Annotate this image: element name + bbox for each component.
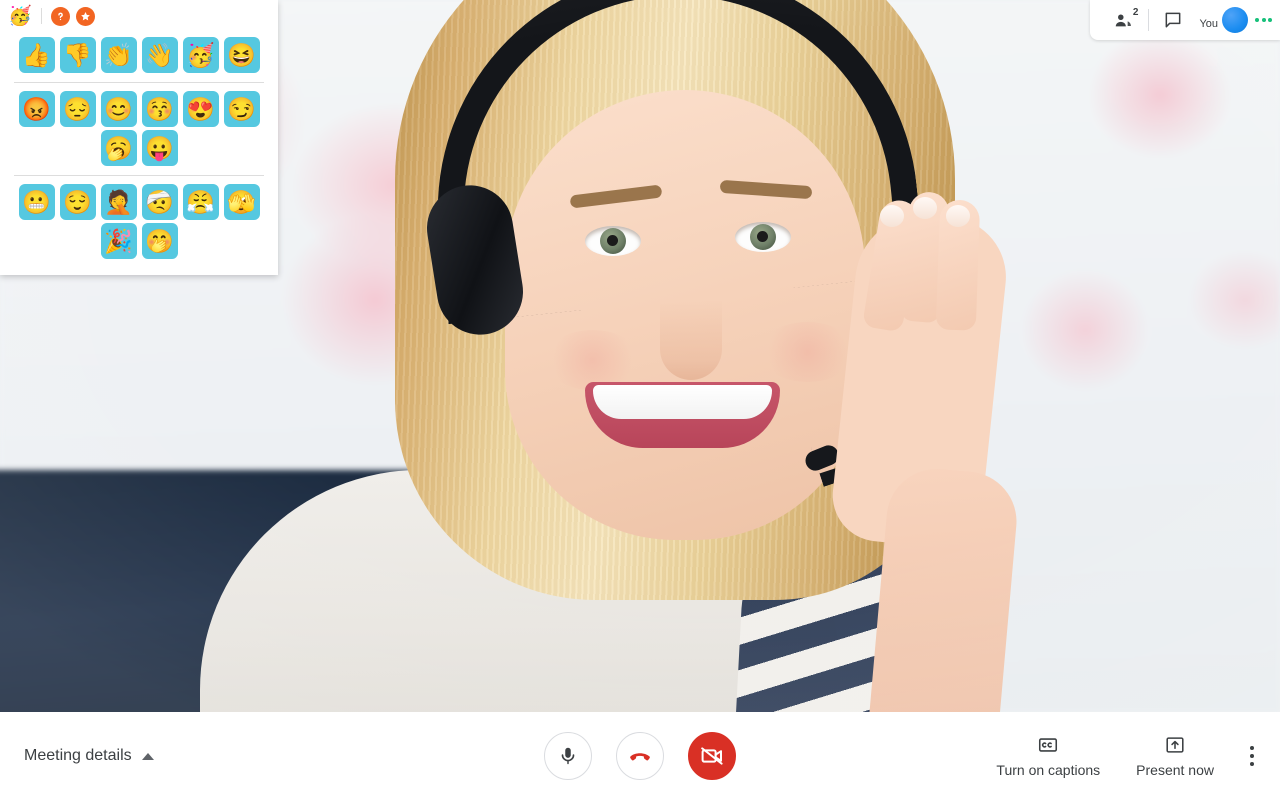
present-now-button[interactable]: Present now	[1118, 730, 1232, 782]
top-right-controls: 2 You	[1090, 0, 1280, 40]
divider	[1148, 9, 1150, 31]
emoji-face-with-steam[interactable]: 😤	[182, 184, 219, 220]
phone-hangup-icon	[630, 753, 650, 761]
call-controls	[330, 732, 950, 780]
people-button[interactable]: 2	[1104, 0, 1144, 40]
emoji-heart-eyes-face[interactable]: 😍	[182, 91, 219, 127]
meeting-details-button[interactable]: Meeting details	[0, 747, 330, 765]
emoji-celebration[interactable]: 🎉	[100, 223, 137, 259]
emoji-yawning-face[interactable]: 🥱	[100, 130, 137, 166]
help-icon[interactable]	[50, 6, 70, 26]
chat-icon	[1166, 12, 1181, 28]
camera-button[interactable]	[688, 732, 736, 780]
avatar	[1222, 7, 1248, 33]
more-dot	[1261, 18, 1266, 22]
emoji-partying-face[interactable]: 🥳	[182, 37, 219, 73]
emoji-thumbs-down[interactable]: 👎	[59, 37, 96, 73]
present-screen-icon	[1166, 737, 1184, 753]
emoji-sections: 👍 👎 👏 👋 🥳 😆 😡 😔 😊 😚 😍 😏 🥱 😛 😬 😌 🤦 🤕 😤 🫣 🎉 🤭	[0, 32, 278, 265]
kebab-dot	[1250, 746, 1254, 750]
meet-app-window: 2 You 🥳 👍 👎 👏 👋 🥳 😆 😡 😔 😊 😚 😍 😏 🥱 😛 😬 😌 …	[0, 0, 1280, 800]
closed-caption-icon	[1039, 738, 1058, 752]
top-more-options-button[interactable]	[1255, 18, 1272, 22]
emoji-grimacing-face[interactable]: 😬	[18, 184, 55, 220]
bottom-actions: Turn on captions Present now	[950, 730, 1280, 782]
emoji-panel-header: 🥳	[0, 0, 278, 32]
emoji-pensive-face[interactable]: 😔	[59, 91, 96, 127]
emoji-section-reactions: 😬 😌 🤦 🤕 😤 🫣 🎉 🤭	[0, 179, 278, 265]
emoji-clapping-hands[interactable]: 👏	[100, 37, 137, 73]
emoji-waving-hand[interactable]: 👋	[141, 37, 178, 73]
microphone-button[interactable]	[544, 732, 592, 780]
emoji-grinning-squinting-face[interactable]: 😆	[223, 37, 260, 73]
emoji-angry-face[interactable]: 😡	[18, 91, 55, 127]
emoji-thumbs-up[interactable]: 👍	[18, 37, 55, 73]
emoji-face-with-head-bandage[interactable]: 🤕	[141, 184, 178, 220]
captions-button[interactable]: Turn on captions	[978, 730, 1118, 782]
fingernail-1	[880, 205, 904, 227]
hang-up-button[interactable]	[616, 732, 664, 780]
chevron-up-icon	[141, 752, 154, 760]
bottom-more-options-button[interactable]	[1238, 736, 1266, 776]
more-dot	[1255, 18, 1259, 22]
mouth	[585, 382, 780, 448]
emoji-row: 😬 😌 🤦 🤕 😤 🫣	[0, 184, 278, 220]
star-glyph	[80, 11, 90, 20]
participant-count: 2	[1132, 7, 1139, 18]
question-mark-glyph	[57, 12, 63, 20]
nose	[660, 300, 722, 380]
emoji-relieved-face[interactable]: 😌	[59, 184, 96, 220]
section-divider	[14, 175, 264, 176]
emoji-facepalm[interactable]: 🤦	[100, 184, 137, 220]
star-icon[interactable]	[75, 6, 95, 26]
emoji-face-with-peeking-eye[interactable]: 🫣	[223, 184, 260, 220]
teeth	[593, 385, 772, 419]
emoji-face-with-hand-over-mouth[interactable]: 🤭	[141, 223, 178, 259]
microphone-icon	[561, 747, 575, 765]
self-label: You	[1199, 18, 1218, 30]
cheek-left	[545, 330, 640, 390]
camera-off-icon	[701, 747, 723, 765]
active-emoji[interactable]: 🥳	[8, 7, 32, 26]
chat-button[interactable]	[1153, 0, 1193, 40]
kebab-dot	[1250, 762, 1254, 766]
emoji-smiling-face-with-hand[interactable]: 😊	[100, 91, 137, 127]
more-dot	[1268, 18, 1272, 22]
participant-forearm	[869, 464, 1021, 712]
emoji-row: 👍 👎 👏 👋 🥳 😆	[0, 37, 278, 73]
divider	[40, 8, 42, 24]
emoji-section-gestures: 👍 👎 👏 👋 🥳 😆	[0, 32, 278, 79]
emoji-section-faces: 😡 😔 😊 😚 😍 😏 🥱 😛	[0, 86, 278, 172]
self-avatar-group[interactable]: You	[1199, 7, 1248, 33]
captions-label: Turn on captions	[996, 762, 1101, 778]
kebab-dot	[1250, 754, 1254, 758]
bottom-toolbar: Meeting details Turn on captions Present…	[0, 712, 1280, 800]
emoji-face-with-tongue[interactable]: 😛	[141, 130, 178, 166]
emoji-row: 🎉 🤭	[0, 223, 278, 259]
emoji-kissing-face[interactable]: 😚	[141, 91, 178, 127]
emoji-smirking-face[interactable]: 😏	[223, 91, 260, 127]
section-divider	[14, 82, 264, 83]
emoji-row: 😡 😔 😊 😚 😍 😏	[0, 91, 278, 127]
meeting-details-label: Meeting details	[24, 747, 132, 764]
cheek-right	[760, 322, 855, 382]
present-now-label: Present now	[1136, 762, 1214, 778]
emoji-reaction-panel[interactable]: 🥳 👍 👎 👏 👋 🥳 😆 😡 😔 😊 😚 😍 😏 🥱 😛 😬 😌 🤦 🤕 😤 🫣 🎉 🤭	[0, 0, 278, 275]
fingernail-2	[913, 197, 937, 219]
emoji-row: 🥱 😛	[0, 130, 278, 166]
fingernail-3	[946, 205, 970, 227]
